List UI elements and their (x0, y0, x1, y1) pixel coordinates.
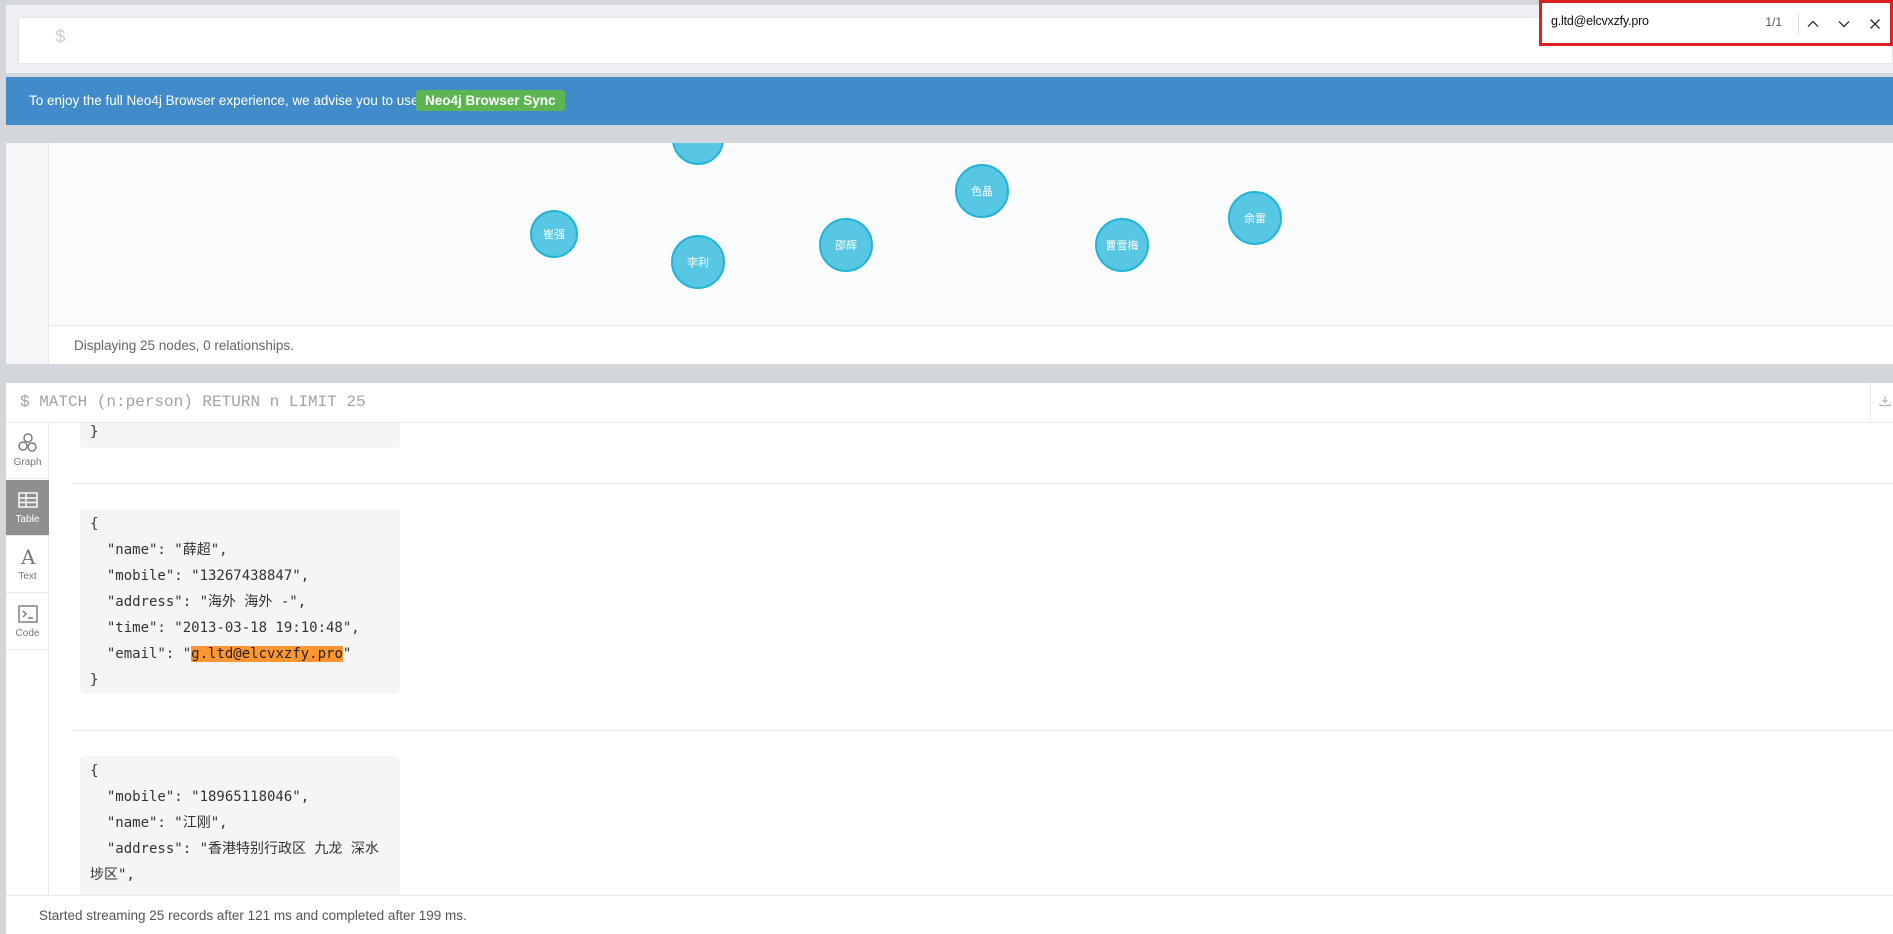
code-icon (17, 603, 39, 625)
search-highlight: g.ltd@elcvxzfy.pro (191, 646, 343, 662)
editor-prompt: $ (55, 28, 66, 48)
find-input[interactable]: g.ltd@elcvxzfy.pro (1551, 14, 1751, 28)
graph-node[interactable]: 邵辉 (819, 218, 873, 272)
email-line-prefix: "email": " (90, 646, 192, 662)
record-cell: { "name": "薛超", "mobile": "13267438847",… (80, 509, 400, 694)
tab-code-label: Code (15, 628, 40, 639)
frame-header: $ MATCH (n:person) RETURN n LIMIT 25 (6, 383, 1893, 423)
frame-query-text[interactable]: $ MATCH (n:person) RETURN n LIMIT 25 (20, 393, 366, 411)
code-line: { (90, 516, 99, 532)
results-table[interactable]: } { "name": "薛超", "mobile": "13267438847… (50, 423, 1893, 895)
record-cell: { "mobile": "18965118046", "name": "江刚",… (80, 756, 400, 895)
tab-table[interactable]: Table (6, 480, 49, 536)
code-line: "address": "香港特别行政区 九龙 深水 (90, 841, 379, 857)
stream-status-text: Started streaming 25 records after 121 m… (39, 908, 467, 923)
download-icon[interactable] (1879, 395, 1893, 409)
code-line: } (90, 672, 99, 688)
code-line: "time": "2013-03-18 19:10:48", (90, 620, 360, 636)
tab-graph-label: Graph (13, 457, 42, 468)
code-line: "address": "海外 海外 -", (90, 594, 307, 610)
code-line: "mobile": "13267438847", (90, 568, 310, 584)
code-line: } (90, 424, 99, 440)
browser-sync-button[interactable]: Neo4j Browser Sync (416, 90, 565, 111)
graph-status-text: Displaying 25 nodes, 0 relationships. (74, 338, 294, 353)
graph-node[interactable]: 崔强 (530, 210, 578, 258)
find-match-count: 1/1 (1765, 15, 1782, 29)
svg-text:A: A (20, 546, 36, 568)
table-result-frame: $ MATCH (n:person) RETURN n LIMIT 25 Gra… (6, 383, 1893, 934)
header-divider (1870, 383, 1871, 423)
table-icon (17, 489, 39, 511)
graph-frame-sidebar (6, 143, 49, 364)
graph-icon (17, 432, 39, 454)
graph-node[interactable]: 余雷 (1228, 191, 1282, 245)
tab-table-label: Table (15, 514, 40, 525)
code-line: "name": "江刚", (90, 815, 228, 831)
tab-text-label: Text (18, 571, 37, 582)
code-line: "name": "薛超", (90, 542, 228, 558)
graph-result-frame: 崔强 李利 邵辉 色晶 曹雪梅 余雷 Displaying 25 nodes, … (6, 143, 1893, 364)
view-mode-sidebar: Graph Table A Text Code (6, 423, 49, 934)
banner-text: To enjoy the full Neo4j Browser experien… (29, 93, 419, 108)
close-icon[interactable] (1864, 13, 1886, 35)
code-line: { (90, 763, 99, 779)
graph-node[interactable]: 李利 (671, 235, 725, 289)
code-line: "mobile": "18965118046", (90, 789, 310, 805)
stream-status-bar: Started streaming 25 records after 121 m… (6, 895, 1893, 934)
tab-code[interactable]: Code (6, 594, 49, 650)
record-cell: } (80, 423, 400, 448)
text-icon: A (17, 545, 39, 569)
sync-banner: To enjoy the full Neo4j Browser experien… (6, 77, 1893, 125)
graph-status-bar: Displaying 25 nodes, 0 relationships. (50, 325, 1893, 364)
tab-graph[interactable]: Graph (6, 423, 49, 479)
graph-node[interactable]: 曹雪梅 (1095, 218, 1149, 272)
graph-canvas[interactable]: 崔强 李利 邵辉 色晶 曹雪梅 余雷 (50, 143, 1893, 325)
code-line: 埗区", (90, 867, 135, 883)
tab-text[interactable]: A Text (6, 537, 49, 593)
chevron-down-icon[interactable] (1833, 13, 1855, 35)
neo4j-browser-window: $ To enjoy the full Neo4j Browser experi… (0, 0, 1893, 934)
row-divider (72, 483, 1893, 484)
email-line-suffix: " (342, 646, 352, 662)
find-in-page-bar: g.ltd@elcvxzfy.pro 1/1 (1539, 0, 1893, 46)
row-divider (72, 730, 1893, 731)
chevron-up-icon[interactable] (1802, 13, 1824, 35)
find-separator (1798, 12, 1799, 36)
graph-node[interactable] (672, 143, 724, 165)
graph-node[interactable]: 色晶 (955, 164, 1009, 218)
